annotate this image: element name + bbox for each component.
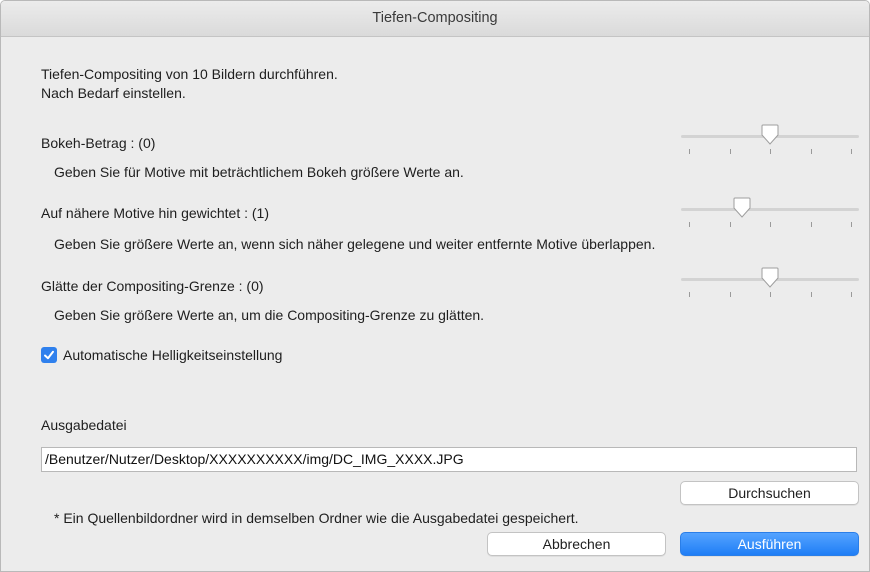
slider-thumb[interactable] [760,267,780,289]
window-title: Tiefen-Compositing [372,10,498,26]
title-bar: Tiefen-Compositing [1,1,869,37]
auto-brightness-checkbox[interactable] [41,347,57,363]
slider-tick [770,292,771,297]
output-note: * Ein Quellenbildordner wird in demselbe… [54,510,579,526]
intro-line-1: Tiefen-Compositing von 10 Bildern durchf… [41,66,338,82]
boundary-smoothness-hint: Geben Sie größere Werte an, um die Compo… [54,307,485,323]
slider-tick [689,222,690,227]
cancel-button[interactable]: Abbrechen [487,532,666,556]
slider-tick [810,149,812,154]
run-button[interactable]: Ausführen [680,532,859,556]
slider-tick [810,292,812,297]
slider-thumb[interactable] [760,124,780,146]
boundary-smoothness-label: Glätte der Compositing-Grenze : (0) [41,278,264,294]
bokeh-amount-slider[interactable] [681,124,859,156]
slider-tick [689,292,690,297]
near-subject-weight-hint: Geben Sie größere Werte an, wenn sich nä… [54,236,656,252]
browse-button[interactable]: Durchsuchen [680,481,859,505]
near-subject-weight-slider[interactable] [681,197,859,229]
auto-brightness-label: Automatische Helligkeitseinstellung [63,347,283,363]
slider-tick [729,222,731,227]
slider-tick [729,149,731,154]
output-path-field[interactable]: /Benutzer/Nutzer/Desktop/XXXXXXXXXX/img/… [41,447,857,472]
slider-tick [729,292,731,297]
intro-line-2: Nach Bedarf einstellen. [41,85,186,101]
near-subject-weight-label: Auf nähere Motive hin gewichtet : (1) [41,205,270,221]
bokeh-amount-label: Bokeh-Betrag : (0) [41,135,156,151]
slider-tick [851,222,852,227]
slider-thumb[interactable] [732,197,752,219]
slider-tick [770,222,771,227]
checkmark-icon [44,350,54,360]
slider-tick [689,149,690,154]
slider-tick [851,149,852,154]
bokeh-amount-hint: Geben Sie für Motive mit beträchtlichem … [54,164,464,180]
slider-tick [851,292,852,297]
boundary-smoothness-slider[interactable] [681,267,859,299]
slider-track [681,208,859,211]
slider-tick [810,222,812,227]
dialog-window: Tiefen-Compositing Tiefen-Compositing vo… [0,0,870,572]
slider-tick [770,149,771,154]
output-file-label: Ausgabedatei [41,417,127,433]
